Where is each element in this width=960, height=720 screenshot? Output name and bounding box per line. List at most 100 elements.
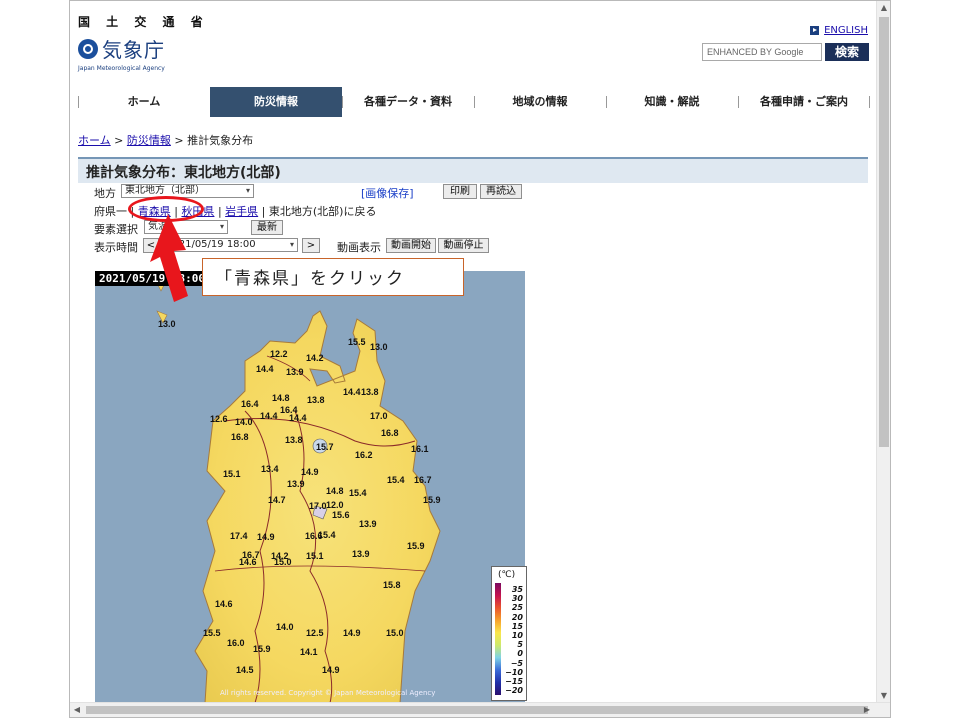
temperature-value: 17.4	[230, 531, 248, 541]
legend-value: −20	[505, 686, 523, 696]
next-time-button[interactable]: >	[302, 238, 320, 253]
horizontal-scrollbar[interactable]: ◀ ▶	[70, 702, 890, 717]
save-image-link[interactable]: [画像保存]	[361, 185, 414, 201]
temperature-value: 13.8	[361, 387, 379, 397]
separator: |	[261, 205, 266, 218]
temperature-value: 14.9	[301, 467, 319, 477]
temperature-value: 15.4	[387, 475, 405, 485]
scroll-left-icon[interactable]: ◀	[70, 703, 84, 717]
highlight-circle	[128, 196, 204, 222]
vertical-scrollbar[interactable]: ▲ ▼	[876, 1, 890, 703]
agency-name-en: Japan Meteorological Agency	[78, 65, 165, 72]
tab-regional-info[interactable]: 地域の情報	[474, 87, 606, 117]
temperature-value: 14.9	[343, 628, 361, 638]
temperature-value: 16.4	[241, 399, 259, 409]
back-to-region-link[interactable]: 東北地方(北部)に戻る	[269, 205, 377, 218]
temperature-value: 14.0	[276, 622, 294, 632]
scrollbar-thumb[interactable]	[879, 17, 889, 447]
tab-applications[interactable]: 各種申請・ご案内	[738, 87, 870, 117]
element-label: 要素選択	[94, 223, 138, 236]
scroll-right-icon[interactable]: ▶	[860, 703, 874, 717]
tab-home[interactable]: ホーム	[78, 87, 210, 117]
breadcrumb-separator: >	[110, 134, 127, 147]
temperature-value: 16.0	[227, 638, 245, 648]
temperature-value: 12.2	[270, 349, 288, 359]
latest-button[interactable]: 最新	[251, 220, 283, 235]
temperature-value: 13.9	[359, 519, 377, 529]
jma-logo[interactable]: 国 土 交 通 省 気象庁 Japan Meteorological Agenc…	[78, 13, 209, 72]
scroll-up-icon[interactable]: ▲	[877, 1, 890, 15]
tab-knowledge[interactable]: 知識・解説	[606, 87, 738, 117]
temperature-value: 13.8	[285, 435, 303, 445]
breadcrumb-home[interactable]: ホーム	[78, 134, 111, 147]
animation-label: 動画表示	[337, 241, 381, 254]
region-select-value: 東北地方（北部）	[125, 185, 205, 196]
reload-button[interactable]: 再読込	[480, 184, 522, 199]
global-nav: ホーム 防災情報 各種データ・資料 地域の情報 知識・解説 各種申請・ご案内	[78, 87, 870, 117]
temperature-value: 17.0	[370, 411, 388, 421]
time-select[interactable]: 2021/05/19 18:00 ▾	[162, 238, 298, 252]
temperature-value: 14.4	[256, 364, 274, 374]
temperature-map[interactable]	[95, 271, 525, 703]
scroll-down-icon[interactable]: ▼	[877, 689, 890, 703]
tab-disaster-info[interactable]: 防災情報	[210, 87, 342, 117]
region-select[interactable]: 東北地方（北部） ▾	[121, 184, 254, 198]
temperature-value: 14.5	[236, 665, 254, 675]
temperature-value: 14.8	[326, 486, 344, 496]
legend-unit: (℃)	[498, 570, 516, 580]
ministry-name: 国 土 交 通 省	[78, 15, 209, 29]
english-link-label: ENGLISH	[824, 25, 868, 36]
temperature-value: 14.9	[322, 665, 340, 675]
temperature-value: 15.6	[332, 510, 350, 520]
temperature-value: 13.0	[370, 342, 388, 352]
arrow-right-icon	[810, 26, 820, 35]
print-button[interactable]: 印刷	[443, 184, 477, 199]
temperature-value: 16.8	[231, 432, 249, 442]
breadcrumb-current: 推計気象分布	[187, 134, 254, 147]
legend-value: 5	[517, 640, 523, 650]
temperature-value: 15.1	[306, 551, 324, 561]
temperature-value: 13.9	[352, 549, 370, 559]
temperature-value: 15.0	[386, 628, 404, 638]
separator: |	[217, 205, 222, 218]
temperature-value: 12.6	[210, 414, 228, 424]
legend-value: 10	[511, 631, 523, 640]
legend-value: 25	[511, 603, 523, 613]
element-select[interactable]: 気温 ▾	[144, 220, 228, 234]
map-copyright: All rights reserved. Copyright © Japan M…	[220, 689, 436, 697]
temperature-value: 15.5	[203, 628, 221, 638]
jma-emblem-icon	[78, 38, 98, 59]
temperature-value: 16.6	[305, 531, 323, 541]
animation-start-button[interactable]: 動画開始	[386, 238, 436, 253]
scrollbar-thumb[interactable]	[86, 706, 868, 714]
legend-value: −5	[510, 658, 523, 668]
tab-data[interactable]: 各種データ・資料	[342, 87, 474, 117]
prefecture-label: 府県一	[94, 205, 127, 218]
browser-window: 国 土 交 通 省 気象庁 Japan Meteorological Agenc…	[69, 0, 891, 718]
temperature-value: 13.0	[158, 319, 176, 329]
search-button[interactable]: 検索	[825, 43, 869, 61]
temperature-value: 16.1	[411, 444, 429, 454]
legend-value: 0	[517, 649, 523, 659]
temperature-value: 14.8	[272, 393, 290, 403]
animation-stop-button[interactable]: 動画停止	[438, 238, 489, 253]
temperature-value: 15.9	[253, 644, 271, 654]
temperature-value: 12.5	[306, 628, 324, 638]
legend-color-bar	[495, 583, 501, 695]
time-label: 表示時間	[94, 241, 138, 254]
temperature-value: 15.9	[423, 495, 441, 505]
breadcrumb-disaster-info[interactable]: 防災情報	[127, 134, 171, 147]
search-input[interactable]: ENHANCED BY Google	[702, 43, 822, 61]
temperature-value: 14.4	[260, 411, 278, 421]
prev-time-button[interactable]: <	[143, 238, 159, 253]
english-link[interactable]: ENGLISH	[810, 25, 868, 36]
temperature-value: 16.7	[414, 475, 432, 485]
pref-iwate-link[interactable]: 岩手県	[225, 205, 258, 218]
time-select-value: 2021/05/19 18:00	[166, 239, 256, 250]
temperature-value: 15.5	[348, 337, 366, 347]
map-timestamp: 2021/05/19 18:00	[95, 271, 209, 286]
temperature-value: 14.1	[300, 647, 318, 657]
page-title: 推計気象分布：東北地方(北部)	[78, 157, 868, 183]
temperature-value: 15.0	[274, 557, 292, 567]
legend-value: −15	[505, 677, 523, 686]
